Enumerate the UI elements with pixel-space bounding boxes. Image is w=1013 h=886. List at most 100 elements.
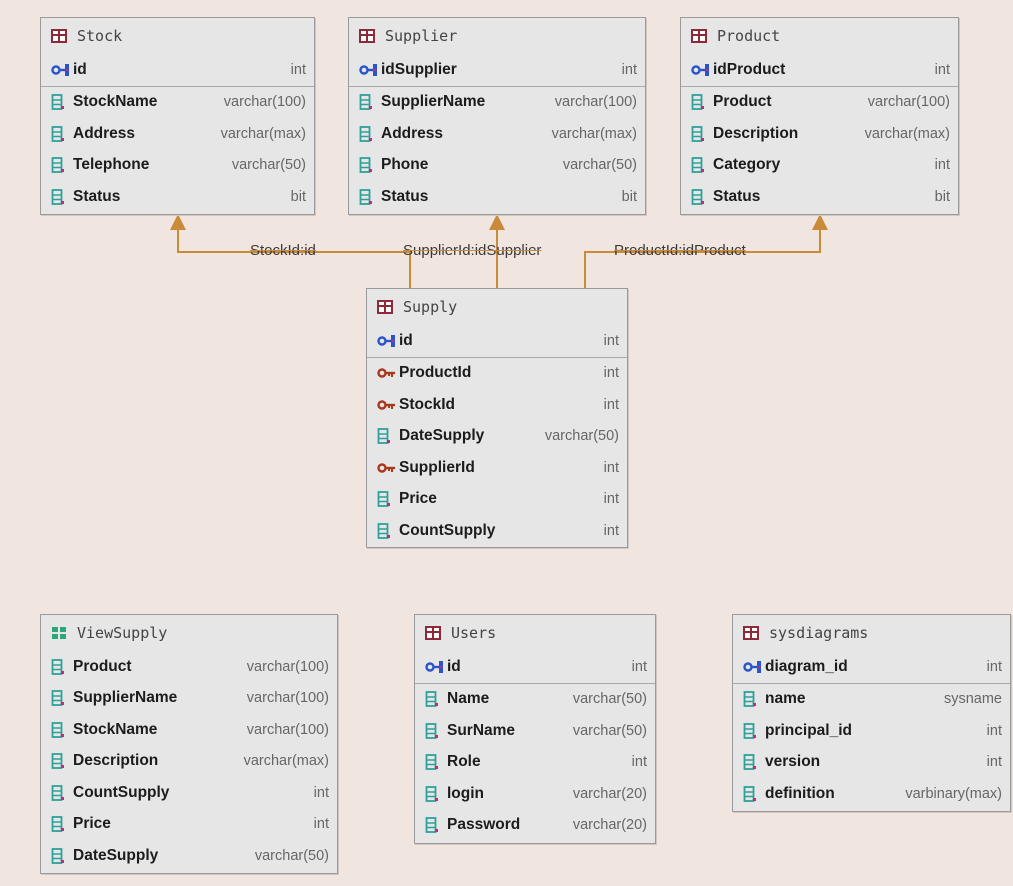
column-icon: [691, 157, 713, 174]
column-row-productid[interactable]: ProductId int: [367, 358, 627, 390]
column-row-idsupplier[interactable]: idSupplier int: [349, 54, 645, 86]
column-row-principal-id[interactable]: principal_id int: [733, 715, 1010, 747]
column-row-supplierid[interactable]: SupplierId int: [367, 452, 627, 484]
column-name: SupplierId: [399, 458, 475, 476]
table-sysdiagrams[interactable]: sysdiagrams diagram_id int name sysname princ…: [732, 614, 1011, 812]
column-row-id[interactable]: id int: [367, 325, 627, 357]
column-name: Status: [713, 187, 761, 205]
column-type: bit: [621, 188, 637, 205]
column-icon: [691, 188, 713, 205]
column-row-login[interactable]: login varchar(20): [415, 778, 655, 810]
column-type: int: [603, 522, 619, 539]
primary-key-section: id int: [367, 325, 627, 358]
view-viewsupply[interactable]: ViewSupply Product varchar(100) SupplierNam…: [40, 614, 338, 874]
column-row-stockid[interactable]: StockId int: [367, 389, 627, 421]
column-icon: [743, 785, 765, 802]
table-stock[interactable]: Stock id int StockName varchar(100) Address va…: [40, 17, 315, 215]
column-row-address[interactable]: Address varchar(max): [349, 118, 645, 150]
column-type: int: [603, 459, 619, 476]
column-type: int: [986, 722, 1002, 739]
column-row-description[interactable]: Description varchar(max): [41, 746, 337, 778]
column-row-status[interactable]: Status bit: [349, 181, 645, 213]
column-row-countsupply[interactable]: CountSupply int: [367, 515, 627, 547]
column-name: name: [765, 690, 806, 708]
column-row-status[interactable]: Status bit: [681, 181, 958, 213]
table-icon: [51, 29, 67, 43]
primary-key-section: idSupplier int: [349, 54, 645, 87]
table-supplier[interactable]: Supplier idSupplier int SupplierName varchar…: [348, 17, 646, 215]
column-icon: [691, 125, 713, 142]
foreign-key-icon: [377, 366, 399, 380]
primary-key-section: id int: [41, 54, 314, 87]
column-row-definition[interactable]: definition varbinary(max): [733, 778, 1010, 810]
column-name: login: [447, 784, 485, 802]
column-type: varchar(100): [867, 94, 950, 111]
table-product[interactable]: Product idProduct int Product varchar(100) De…: [680, 17, 959, 215]
diagram-canvas: StockId:id SupplierId:idSupplier Product…: [0, 0, 1013, 886]
column-type: varchar(50): [572, 691, 647, 708]
column-name: Description: [73, 752, 159, 770]
column-row-address[interactable]: Address varchar(max): [41, 118, 314, 150]
column-name: id: [73, 60, 87, 78]
primary-key-icon: [377, 334, 399, 348]
table-header[interactable]: sysdiagrams: [733, 615, 1010, 651]
column-row-name[interactable]: name sysname: [733, 684, 1010, 716]
column-icon: [425, 691, 447, 708]
column-name: Role: [447, 753, 481, 771]
column-row-surname[interactable]: SurName varchar(50): [415, 715, 655, 747]
column-name: id: [447, 657, 461, 675]
column-name: Price: [399, 490, 437, 508]
column-icon: [51, 188, 73, 205]
column-list: Product varchar(100) Description varchar(ma…: [681, 87, 958, 213]
column-row-product[interactable]: Product varchar(100): [41, 651, 337, 683]
column-name: Description: [713, 124, 799, 142]
column-name: idSupplier: [381, 60, 457, 78]
column-row-price[interactable]: Price int: [367, 484, 627, 516]
column-type: int: [313, 816, 329, 833]
column-type: varchar(max): [243, 753, 329, 770]
column-icon: [51, 690, 73, 707]
column-row-datesupply[interactable]: DateSupply varchar(50): [41, 840, 337, 872]
table-users[interactable]: Users id int Name varchar(50) SurName varchar(…: [414, 614, 656, 844]
column-icon: [377, 522, 399, 539]
table-header[interactable]: Stock: [41, 18, 314, 54]
column-row-diagram-id[interactable]: diagram_id int: [733, 651, 1010, 683]
column-row-telephone[interactable]: Telephone varchar(50): [41, 150, 314, 182]
column-row-category[interactable]: Category int: [681, 150, 958, 182]
column-row-price[interactable]: Price int: [41, 809, 337, 841]
column-row-countsupply[interactable]: CountSupply int: [41, 777, 337, 809]
primary-key-icon: [51, 63, 73, 77]
column-row-status[interactable]: Status bit: [41, 181, 314, 213]
column-row-role[interactable]: Role int: [415, 747, 655, 779]
table-supply[interactable]: Supply id int ProductId int StockId int DateSup…: [366, 288, 628, 548]
column-row-id[interactable]: id int: [415, 651, 655, 683]
table-header[interactable]: ViewSupply: [41, 615, 337, 651]
column-type: varchar(50): [572, 722, 647, 739]
column-row-suppliername[interactable]: SupplierName varchar(100): [41, 683, 337, 715]
column-type: int: [603, 332, 619, 349]
column-list: ProductId int StockId int DateSupply varchar(…: [367, 358, 627, 547]
column-row-password[interactable]: Password varchar(20): [415, 810, 655, 842]
column-name: Price: [73, 815, 111, 833]
primary-key-icon: [691, 63, 713, 77]
column-row-phone[interactable]: Phone varchar(50): [349, 150, 645, 182]
column-type: int: [631, 658, 647, 675]
column-type: varchar(100): [246, 658, 329, 675]
column-type: varchar(100): [246, 721, 329, 738]
column-row-stockname[interactable]: StockName varchar(100): [41, 714, 337, 746]
table-header[interactable]: Users: [415, 615, 655, 651]
column-row-datesupply[interactable]: DateSupply varchar(50): [367, 421, 627, 453]
table-header[interactable]: Supplier: [349, 18, 645, 54]
column-row-version[interactable]: version int: [733, 747, 1010, 779]
table-header[interactable]: Product: [681, 18, 958, 54]
column-row-description[interactable]: Description varchar(max): [681, 118, 958, 150]
table-icon: [743, 626, 759, 640]
column-row-name[interactable]: Name varchar(50): [415, 684, 655, 716]
column-row-stockname[interactable]: StockName varchar(100): [41, 87, 314, 119]
column-type: varchar(50): [231, 157, 306, 174]
column-row-product[interactable]: Product varchar(100): [681, 87, 958, 119]
column-row-suppliername[interactable]: SupplierName varchar(100): [349, 87, 645, 119]
column-row-id[interactable]: id int: [41, 54, 314, 86]
column-row-idproduct[interactable]: idProduct int: [681, 54, 958, 86]
table-header[interactable]: Supply: [367, 289, 627, 325]
